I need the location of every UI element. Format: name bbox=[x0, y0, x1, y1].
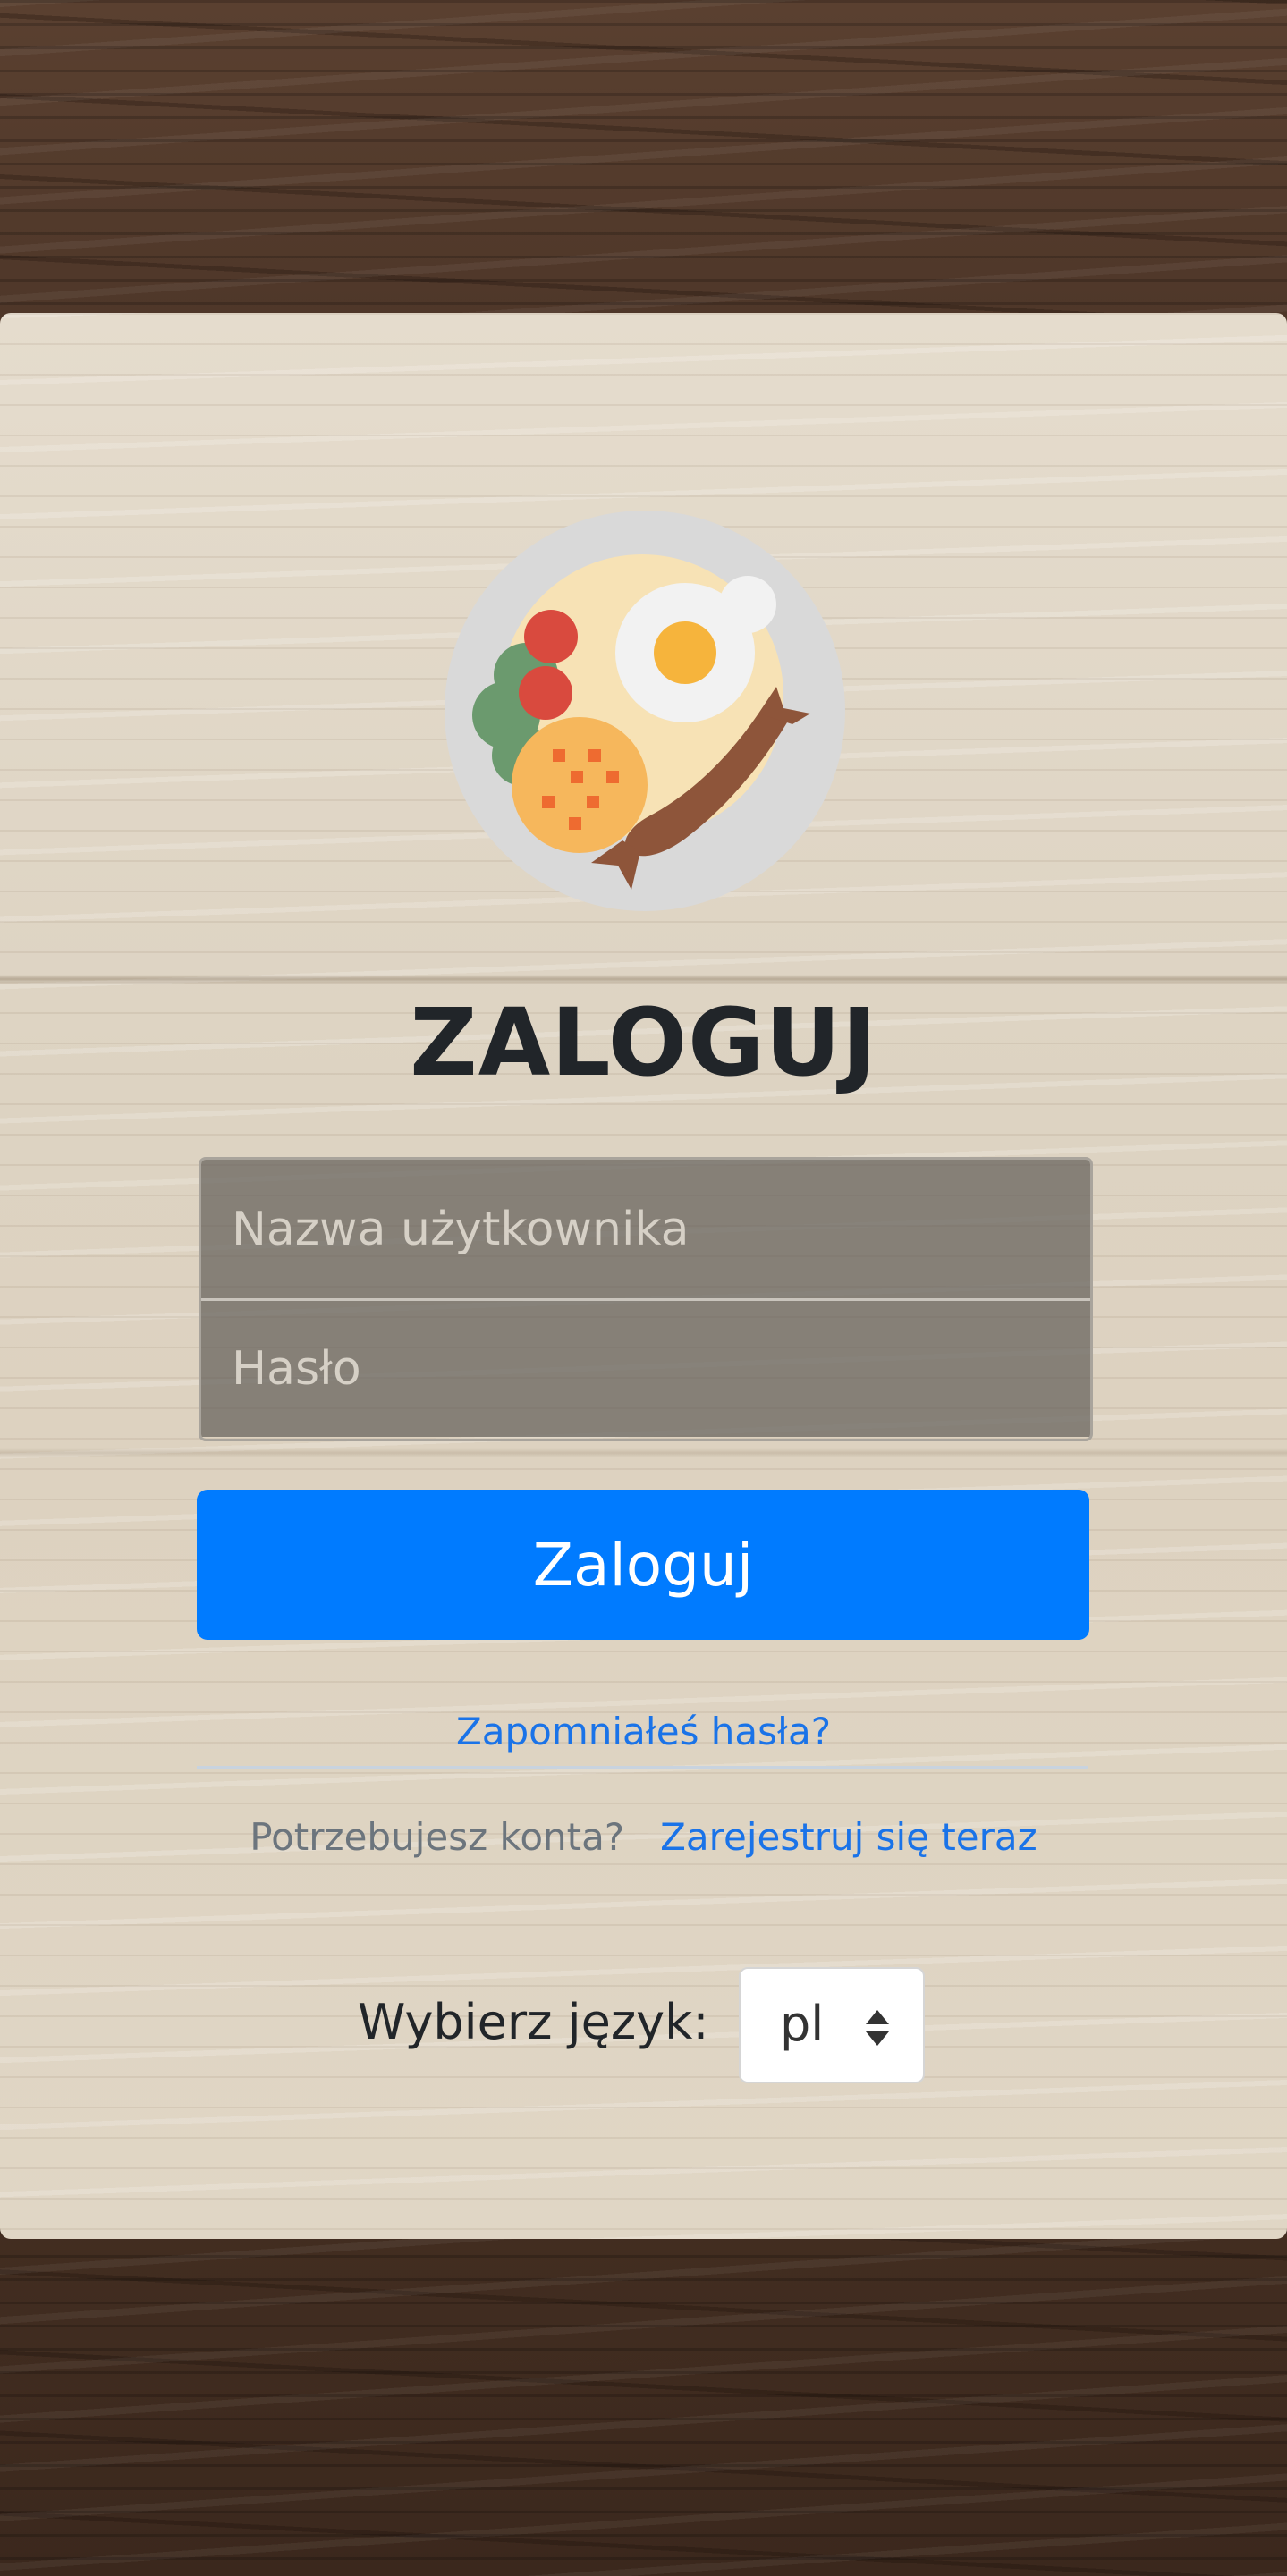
plate-with-food-icon bbox=[445, 511, 845, 911]
register-link[interactable]: Zarejestruj się teraz bbox=[660, 1815, 1037, 1859]
password-input[interactable] bbox=[201, 1298, 1090, 1437]
username-input[interactable] bbox=[201, 1160, 1090, 1298]
need-account-text: Potrzebujesz konta? bbox=[250, 1815, 625, 1859]
wood-plank-seam bbox=[0, 975, 1287, 984]
login-card: ZALOGUJ Zaloguj Zapomniałeś hasła? Potrz… bbox=[0, 313, 1287, 2239]
register-row: Potrzebujesz konta? Zarejestruj się teraz bbox=[0, 1815, 1287, 1859]
login-button[interactable]: Zaloguj bbox=[197, 1490, 1089, 1640]
divider bbox=[197, 1766, 1088, 1769]
credentials-group bbox=[199, 1157, 1093, 1441]
wood-plank-seam bbox=[0, 1448, 1287, 1457]
select-arrows-icon bbox=[866, 2010, 889, 2046]
language-select[interactable]: pl bbox=[739, 1967, 925, 2083]
page-title: ZALOGUJ bbox=[410, 988, 877, 1097]
language-label: Wybierz język: bbox=[358, 1994, 709, 2050]
language-selected-value: pl bbox=[780, 1996, 825, 2052]
forgot-password-link[interactable]: Zapomniałeś hasła? bbox=[0, 1710, 1287, 1753]
